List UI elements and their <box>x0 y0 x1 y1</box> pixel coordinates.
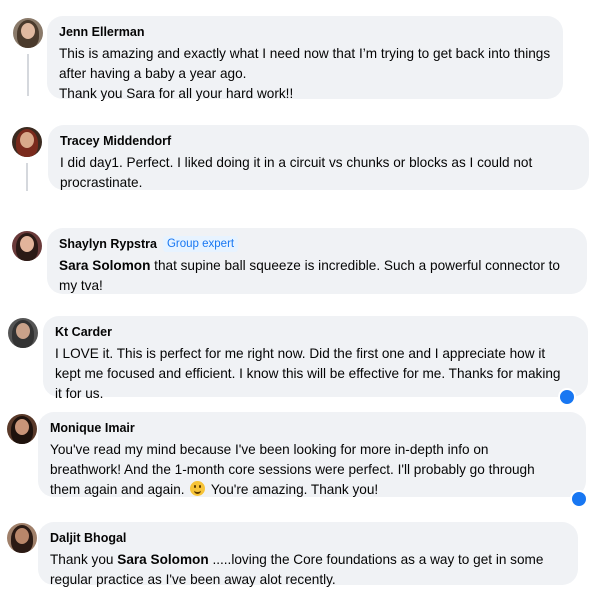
group-expert-badge[interactable]: Group expert <box>162 236 239 252</box>
comment-bubble: Tracey Middendorf I did day1. Perfect. I… <box>48 125 589 190</box>
reaction-icon[interactable] <box>558 388 576 406</box>
comment-author[interactable]: Jenn Ellerman <box>59 24 551 41</box>
mention-link[interactable]: Sara Solomon <box>117 552 208 567</box>
comment-bubble: Monique Imair You've read my mind becaus… <box>38 412 586 497</box>
comment-author[interactable]: Monique Imair <box>50 420 574 437</box>
comment-text: This is amazing and exactly what I need … <box>59 46 551 101</box>
comment-bubble: Daljit Bhogal Thank you Sara Solomon ...… <box>38 522 578 587</box>
comment-bubble: Jenn Ellerman This is amazing and exactl… <box>47 16 563 101</box>
mention-link[interactable]: Sara Solomon <box>59 258 150 273</box>
comment-text: You've read my mind because I've been lo… <box>50 442 535 497</box>
thread-line <box>27 54 29 96</box>
avatar[interactable] <box>7 414 37 444</box>
comment-author[interactable]: Tracey Middendorf <box>60 133 577 150</box>
avatar[interactable] <box>12 127 42 157</box>
reaction-icon[interactable] <box>570 490 588 508</box>
comment-text: I did day1. Perfect. I liked doing it in… <box>60 155 533 190</box>
avatar[interactable] <box>13 18 43 48</box>
smiling-face-icon <box>190 481 206 496</box>
comment-text: Thank you Sara Solomon .....loving the C… <box>50 552 544 587</box>
thread-line <box>26 163 28 191</box>
avatar[interactable] <box>8 318 38 348</box>
comment-author[interactable]: Daljit Bhogal <box>50 530 566 547</box>
comment-text: Sara Solomon that supine ball squeeze is… <box>59 258 560 293</box>
avatar[interactable] <box>7 523 37 553</box>
author-name[interactable]: Shaylyn Rypstra <box>59 237 157 251</box>
comment-text: I LOVE it. This is perfect for me right … <box>55 346 561 401</box>
comment-bubble: Kt Carder I LOVE it. This is perfect for… <box>43 316 588 401</box>
comment-author: Shaylyn Rypstra Group expert <box>59 236 575 253</box>
comment-author[interactable]: Kt Carder <box>55 324 576 341</box>
avatar[interactable] <box>12 231 42 261</box>
comment-bubble: Shaylyn Rypstra Group expert Sara Solomon… <box>47 228 587 294</box>
